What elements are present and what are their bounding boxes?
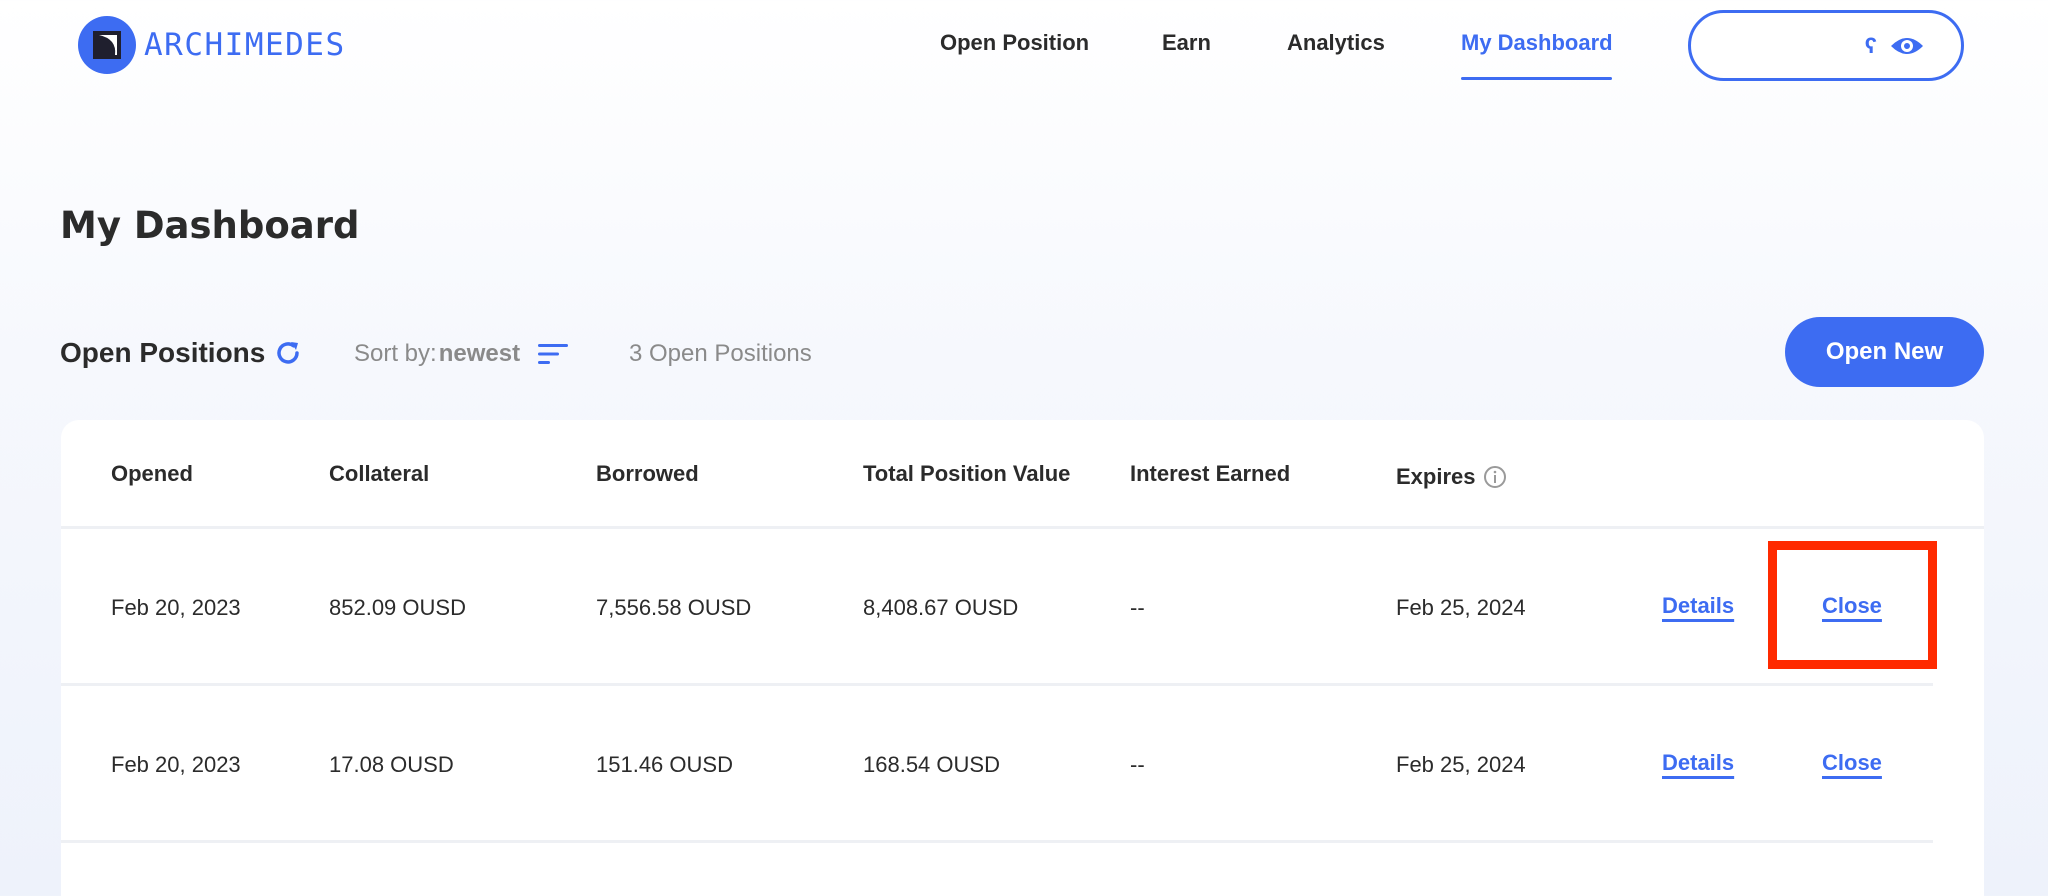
row2-opened: Feb 20, 2023 xyxy=(111,752,241,777)
col-header-expires-label: Expires xyxy=(1396,464,1476,489)
sort-control[interactable]: Sort by: newest xyxy=(354,340,569,368)
refresh-icon[interactable] xyxy=(273,338,303,368)
sort-label: Sort by: xyxy=(354,340,437,367)
nav-open-position[interactable]: Open Position xyxy=(940,30,1089,56)
info-icon[interactable] xyxy=(1483,465,1507,489)
nav-active-underline xyxy=(1461,77,1612,80)
nav-my-dashboard[interactable]: My Dashboard xyxy=(1461,30,1613,56)
sort-value: newest xyxy=(438,340,521,367)
row2-total-position-value: 168.54 OUSD xyxy=(863,752,1000,777)
archimedes-logo-icon xyxy=(78,16,136,74)
row2-expires: Feb 25, 2024 xyxy=(1396,752,1526,777)
row2-close-link[interactable]: Close xyxy=(1822,750,1882,776)
row1-divider xyxy=(61,683,1933,686)
row2-interest-earned: -- xyxy=(1130,752,1145,777)
row1-total-position-value: 8,408.67 OUSD xyxy=(863,595,1019,620)
col-header-borrowed: Borrowed xyxy=(596,461,699,486)
col-header-total-position-value: Total Position Value xyxy=(863,461,1071,486)
header-divider xyxy=(61,526,1984,529)
col-header-opened: Opened xyxy=(111,461,193,486)
row1-expires: Feb 25, 2024 xyxy=(1396,595,1526,620)
row1-opened: Feb 20, 2023 xyxy=(111,595,241,620)
eye-icon[interactable] xyxy=(1889,34,1925,58)
row1-interest-earned: -- xyxy=(1130,595,1145,620)
wallet-button[interactable]: ʕ xyxy=(1688,10,1964,81)
sort-lines-icon[interactable] xyxy=(538,342,569,366)
open-positions-count: 3 Open Positions xyxy=(629,340,812,367)
row2-collateral: 17.08 OUSD xyxy=(329,752,454,777)
row2-divider xyxy=(61,840,1933,843)
row2-details-link[interactable]: Details xyxy=(1662,750,1734,776)
open-positions-heading: Open Positions xyxy=(60,337,303,369)
open-positions-label: Open Positions xyxy=(60,337,266,368)
positions-table-card xyxy=(61,420,1984,896)
page-title: My Dashboard xyxy=(60,204,360,247)
wallet-text: ʕ xyxy=(1864,32,1877,58)
open-new-button[interactable]: Open New xyxy=(1785,317,1984,387)
top-header: ARCHIMEDES Open Position Earn Analytics … xyxy=(0,0,2048,92)
row1-details-link[interactable]: Details xyxy=(1662,593,1734,619)
logo-text: ARCHIMEDES xyxy=(144,27,346,63)
nav-analytics[interactable]: Analytics xyxy=(1287,30,1385,56)
nav-earn[interactable]: Earn xyxy=(1162,30,1211,56)
logo[interactable]: ARCHIMEDES xyxy=(78,16,346,74)
col-header-collateral: Collateral xyxy=(329,461,430,486)
row1-close-link[interactable]: Close xyxy=(1822,593,1882,619)
row2-borrowed: 151.46 OUSD xyxy=(596,752,733,777)
col-header-interest-earned: Interest Earned xyxy=(1130,461,1291,486)
row1-borrowed: 7,556.58 OUSD xyxy=(596,595,752,620)
row1-collateral: 852.09 OUSD xyxy=(329,595,466,620)
col-header-expires: Expires xyxy=(1396,464,1507,490)
